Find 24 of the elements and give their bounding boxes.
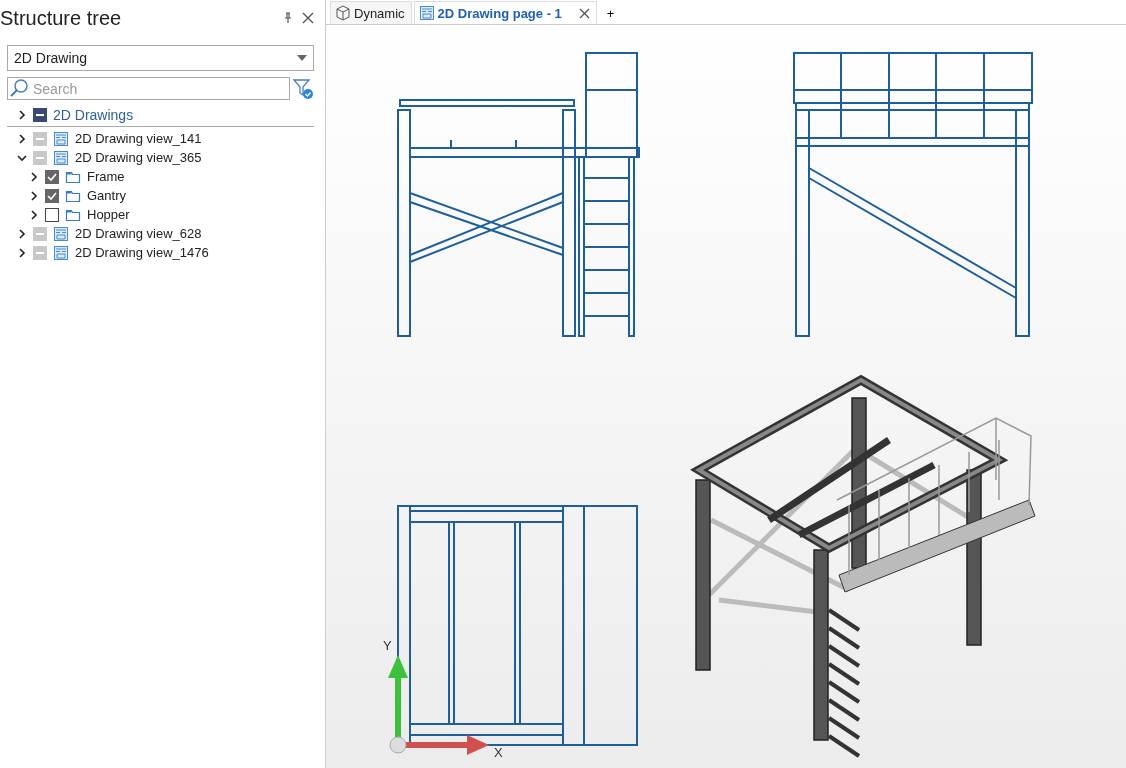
search-icon [9, 78, 29, 98]
drawing-view-icon [53, 130, 69, 147]
drawing-view-icon [53, 225, 69, 242]
panel-title: Structure tree [0, 6, 123, 30]
pin-icon[interactable] [282, 12, 294, 24]
filter-icon[interactable] [292, 77, 314, 100]
tab[interactable]: Dynamic [330, 1, 412, 24]
checkbox[interactable] [33, 108, 47, 122]
drawing-view-icon [53, 149, 69, 166]
origin-sphere [389, 736, 407, 754]
cube-icon [335, 5, 351, 21]
tab[interactable]: 2D Drawing page - 1 [413, 1, 597, 24]
caret-icon [297, 55, 307, 61]
drawing-page-icon [418, 5, 435, 21]
view-dropdown[interactable]: 2D Drawing [7, 45, 314, 71]
x-axis-label: X [494, 745, 503, 760]
close-icon[interactable] [302, 12, 314, 24]
y-axis-label: Y [383, 638, 392, 653]
close-icon[interactable] [578, 7, 590, 19]
search-field[interactable]: Search [7, 77, 290, 100]
add-tab-button[interactable]: + [598, 2, 623, 24]
tree-item[interactable]: 2D Drawings [53, 107, 134, 123]
drawing-view-icon [53, 244, 69, 261]
chevron-right-icon[interactable] [17, 110, 27, 120]
